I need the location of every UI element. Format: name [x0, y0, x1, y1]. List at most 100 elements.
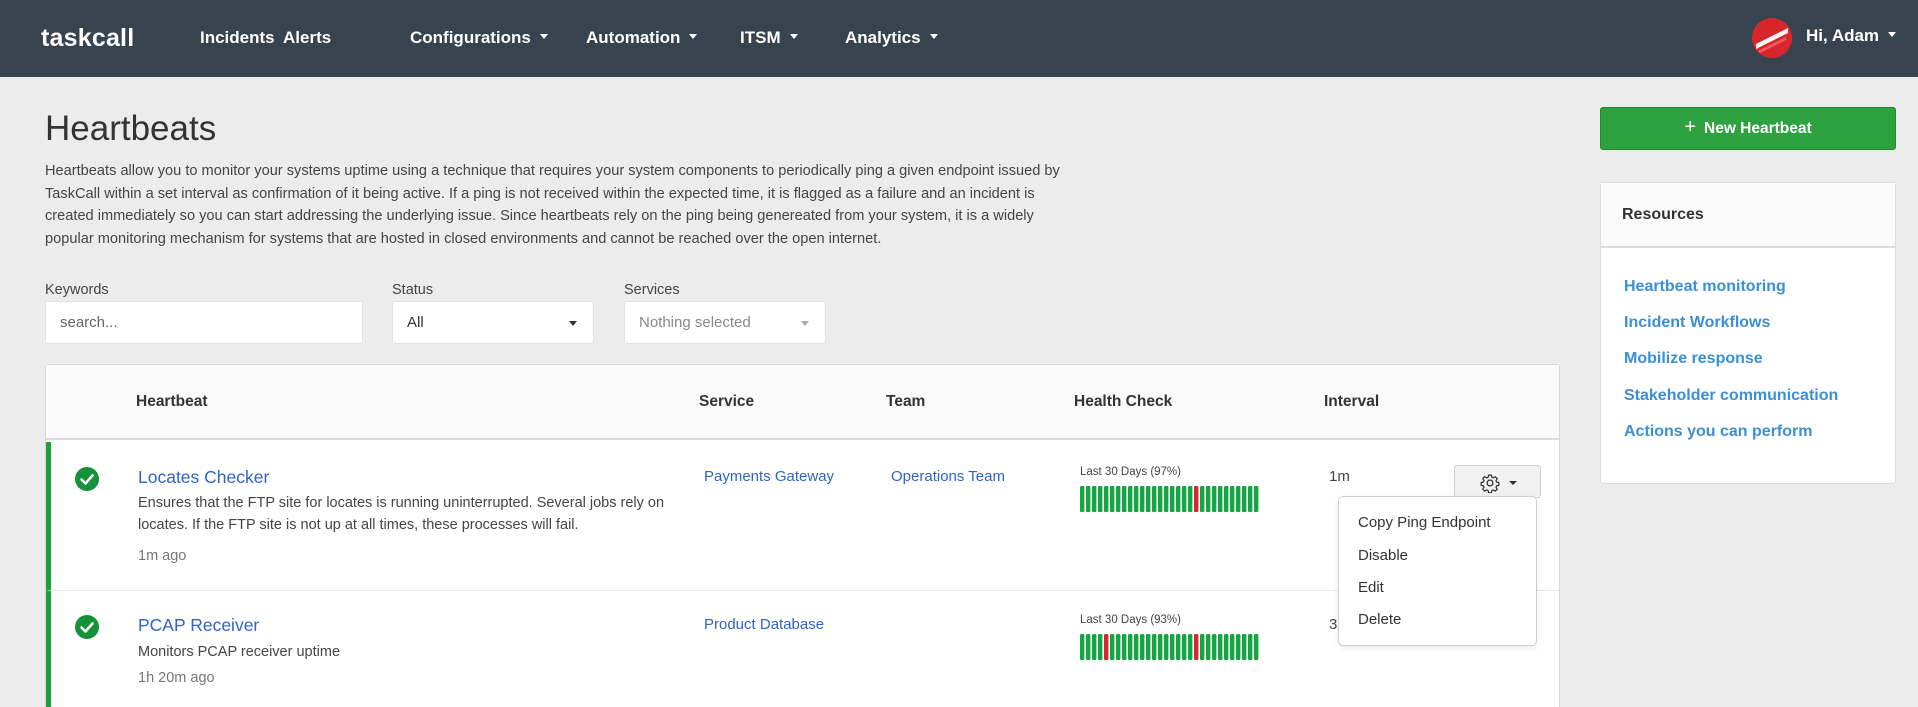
health-day-ok — [1236, 486, 1241, 512]
health-day-ok — [1158, 634, 1163, 660]
heartbeat-name-link[interactable]: PCAP Receiver — [138, 615, 259, 636]
health-day-ok — [1086, 634, 1091, 660]
health-day-ok — [1116, 634, 1121, 660]
heartbeat-last-ping: 1h 20m ago — [138, 670, 215, 686]
health-day-ok — [1110, 486, 1115, 512]
keywords-field — [45, 301, 363, 344]
health-day-failed — [1194, 486, 1199, 512]
chevron-down-icon — [789, 34, 798, 40]
health-day-ok — [1158, 486, 1163, 512]
health-day-ok — [1218, 486, 1223, 512]
health-day-failed — [1104, 634, 1109, 660]
nav-incidents[interactable]: Incidents — [200, 28, 275, 48]
health-day-ok — [1236, 634, 1241, 660]
keywords-search-input[interactable] — [60, 314, 348, 331]
health-day-ok — [1140, 486, 1145, 512]
menu-edit[interactable]: Edit — [1358, 579, 1384, 596]
column-team[interactable]: Team — [886, 393, 925, 411]
nav-analytics[interactable]: Analytics — [845, 28, 938, 48]
health-day-ok — [1140, 634, 1145, 660]
new-heartbeat-button[interactable]: + New Heartbeat — [1600, 107, 1896, 150]
gear-icon — [1480, 474, 1500, 493]
resource-link-mobilize-response[interactable]: Mobilize response — [1624, 350, 1763, 368]
health-day-ok — [1224, 634, 1229, 660]
services-select[interactable]: Nothing selected — [624, 301, 826, 344]
plus-icon: + — [1684, 116, 1696, 138]
health-day-ok — [1200, 634, 1205, 660]
health-check-bars — [1080, 634, 1259, 660]
health-day-ok — [1242, 486, 1247, 512]
service-link[interactable]: Payments Gateway — [704, 468, 834, 485]
column-health-check[interactable]: Health Check — [1074, 393, 1172, 411]
status-select-value: All — [407, 314, 424, 331]
health-day-ok — [1104, 486, 1109, 512]
chevron-down-icon — [801, 321, 809, 326]
chevron-down-icon — [539, 34, 548, 40]
health-day-ok — [1254, 486, 1259, 512]
resources-panel: Resources Heartbeat monitoring Incident … — [1600, 182, 1896, 484]
health-day-ok — [1092, 486, 1097, 512]
resource-link-stakeholder-communication[interactable]: Stakeholder communication — [1624, 387, 1838, 405]
health-day-ok — [1176, 486, 1181, 512]
heartbeat-description: Monitors PCAP receiver uptime — [138, 644, 341, 660]
status-ok-icon — [75, 615, 99, 639]
menu-disable[interactable]: Disable — [1358, 547, 1408, 564]
resource-link-actions-you-can-perform[interactable]: Actions you can perform — [1624, 423, 1812, 441]
user-menu-toggle[interactable]: Hi, Adam — [1806, 26, 1897, 46]
health-day-ok — [1248, 486, 1253, 512]
nav-itsm[interactable]: ITSM — [740, 28, 798, 48]
health-day-ok — [1134, 634, 1139, 660]
health-day-ok — [1146, 486, 1151, 512]
health-day-ok — [1212, 486, 1217, 512]
column-interval[interactable]: Interval — [1324, 393, 1379, 411]
health-day-ok — [1230, 486, 1235, 512]
health-day-ok — [1230, 634, 1235, 660]
health-day-ok — [1128, 634, 1133, 660]
nav-automation[interactable]: Automation — [586, 28, 698, 48]
column-heartbeat[interactable]: Heartbeat — [136, 393, 208, 411]
row-actions-button[interactable] — [1454, 465, 1541, 498]
health-day-ok — [1152, 634, 1157, 660]
health-day-ok — [1116, 486, 1121, 512]
health-day-ok — [1206, 634, 1211, 660]
health-day-ok — [1206, 486, 1211, 512]
health-day-ok — [1122, 634, 1127, 660]
health-day-ok — [1152, 486, 1157, 512]
status-select[interactable]: All — [392, 301, 594, 344]
health-day-ok — [1224, 486, 1229, 512]
heartbeat-name-link[interactable]: Locates Checker — [138, 467, 269, 488]
brand-logo[interactable]: taskcall — [41, 24, 134, 53]
status-ok-icon — [75, 467, 99, 491]
health-day-ok — [1248, 634, 1253, 660]
team-link[interactable]: Operations Team — [891, 468, 1005, 485]
top-navbar: taskcall Incidents Alerts Configurations… — [0, 0, 1918, 77]
health-day-ok — [1176, 634, 1181, 660]
resource-link-incident-workflows[interactable]: Incident Workflows — [1624, 314, 1770, 332]
menu-delete[interactable]: Delete — [1358, 611, 1401, 628]
column-service[interactable]: Service — [699, 393, 754, 411]
page-title: Heartbeats — [45, 109, 217, 148]
nav-configurations[interactable]: Configurations — [410, 28, 548, 48]
user-avatar[interactable] — [1752, 18, 1792, 58]
menu-copy-ping-endpoint[interactable]: Copy Ping Endpoint — [1358, 514, 1491, 531]
table-row: Locates Checker Ensures that the FTP sit… — [46, 442, 1559, 591]
health-day-ok — [1182, 486, 1187, 512]
nav-alerts[interactable]: Alerts — [283, 28, 331, 48]
services-select-value: Nothing selected — [639, 314, 751, 331]
health-day-ok — [1134, 486, 1139, 512]
health-day-ok — [1254, 634, 1259, 660]
health-check-label: Last 30 Days (93%) — [1080, 614, 1181, 626]
resource-link-heartbeat-monitoring[interactable]: Heartbeat monitoring — [1624, 278, 1786, 296]
health-day-ok — [1098, 634, 1103, 660]
page-description: Heartbeats allow you to monitor your sys… — [45, 163, 1060, 247]
chevron-down-icon — [569, 321, 577, 326]
health-day-ok — [1164, 634, 1169, 660]
heartbeats-table: Heartbeat Service Team Health Check Inte… — [45, 364, 1560, 707]
health-day-ok — [1080, 486, 1085, 512]
status-label: Status — [392, 282, 434, 298]
health-check-bars — [1080, 486, 1259, 512]
service-link[interactable]: Product Database — [704, 616, 824, 633]
health-day-ok — [1122, 486, 1127, 512]
row-actions-menu: Copy Ping Endpoint Disable Edit Delete — [1338, 496, 1537, 646]
heartbeat-last-ping: 1m ago — [138, 548, 187, 564]
